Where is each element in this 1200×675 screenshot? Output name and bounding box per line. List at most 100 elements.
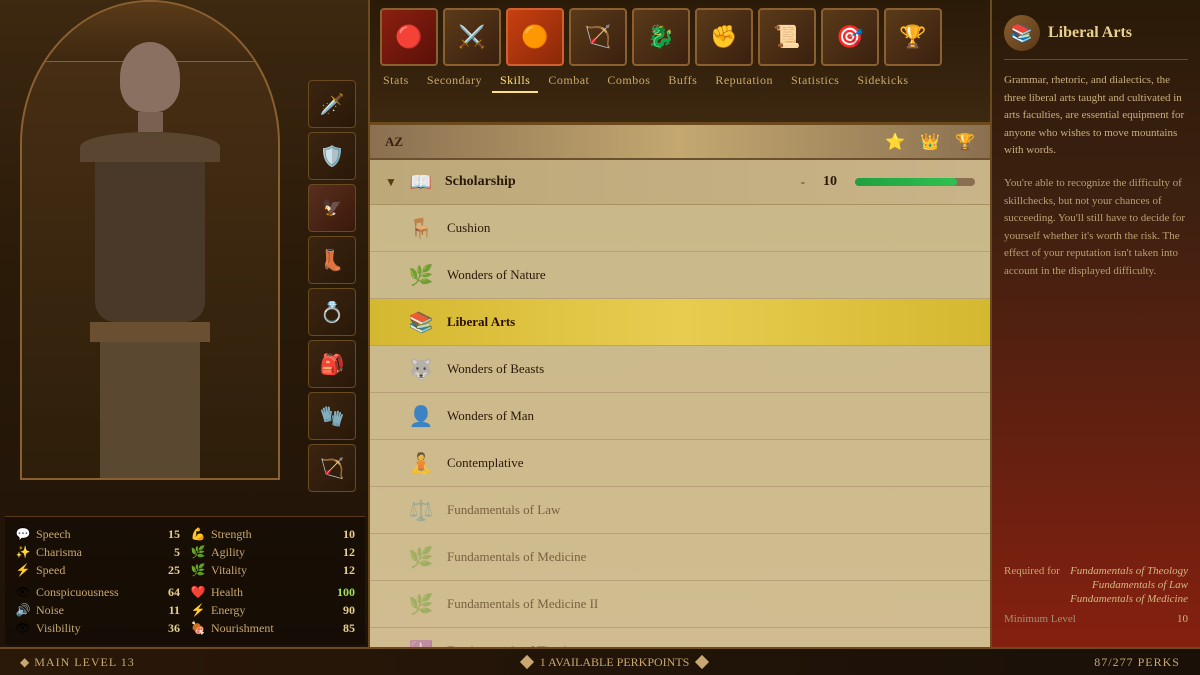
- skill-fundamentals-medicine[interactable]: 🌿 Fundamentals of Medicine: [370, 534, 990, 581]
- stat-name-agility: Agility: [211, 545, 320, 560]
- stat-name-health: Health: [211, 585, 320, 600]
- left-panel: 🗡️ 🛡️ 🦅 👢 💍 🎒 🧤 🏹 💬 Speech 15 ✨ Charisma…: [0, 0, 370, 675]
- wonders-beasts-icon: 🐺: [405, 353, 437, 385]
- tab-icon-secondary[interactable]: ⚔️: [443, 8, 501, 66]
- skill-wonders-of-nature[interactable]: 🌿 Wonders of Nature: [370, 252, 990, 299]
- fundamentals-law-icon: ⚖️: [405, 494, 437, 526]
- tab-icon-skills[interactable]: 🟠: [506, 8, 564, 66]
- stat-nourishment: 🍖 Nourishment 85: [190, 619, 355, 637]
- tab-sidekicks[interactable]: Sidekicks: [849, 70, 916, 93]
- required-item-2: Fundamentals of Medicine: [1070, 593, 1188, 605]
- tab-statistics[interactable]: Statistics: [783, 70, 847, 93]
- tab-icon-stats[interactable]: 🔴: [380, 8, 438, 66]
- tab-skills[interactable]: Skills: [492, 70, 538, 93]
- stat-value-strength: 10: [325, 527, 355, 542]
- stat-value-energy: 90: [325, 603, 355, 618]
- min-level-value: 10: [1177, 613, 1188, 625]
- skill-fundamentals-theology[interactable]: ✝️ Fundamentals of Theology: [370, 628, 990, 647]
- stat-health: ❤️ Health 100: [190, 583, 355, 601]
- filter-crown-icon[interactable]: 👑: [920, 132, 940, 152]
- character-frame: [20, 0, 280, 480]
- boots-slot[interactable]: 👢: [308, 236, 356, 284]
- ring-slot[interactable]: 💍: [308, 288, 356, 336]
- energy-icon: ⚡: [190, 602, 206, 618]
- stat-value-vitality: 12: [325, 563, 355, 578]
- nav-tabs: 🔴 ⚔️ 🟠 🏹 🐉 ✊ 📜 🎯 🏆 Stats Secondary Skill…: [370, 0, 990, 125]
- stat-value-agility: 12: [325, 545, 355, 560]
- right-panel-extra-description: You're able to recognize the difficulty …: [1004, 175, 1188, 281]
- health-icon: ❤️: [190, 584, 206, 600]
- stat-name-nourishment: Nourishment: [211, 621, 320, 636]
- skill-wonders-of-man[interactable]: 👤 Wonders of Man: [370, 393, 990, 440]
- stat-name-noise: Noise: [36, 603, 145, 618]
- right-panel: 📚 Liberal Arts Grammar, rhetoric, and di…: [990, 0, 1200, 675]
- tab-icon-statistics[interactable]: 🎯: [821, 8, 879, 66]
- tab-icon-combos[interactable]: 🐉: [632, 8, 690, 66]
- right-panel-description: Grammar, rhetoric, and dialectics, the t…: [1004, 72, 1188, 160]
- misc-slot[interactable]: 🧤: [308, 392, 356, 440]
- sort-az-button[interactable]: AZ: [385, 134, 403, 150]
- scholarship-expand-icon[interactable]: ▼: [385, 175, 397, 190]
- liberal-arts-icon: 📚: [405, 306, 437, 338]
- tab-combat[interactable]: Combat: [540, 70, 597, 93]
- stat-name-charisma: Charisma: [36, 545, 145, 560]
- tab-icon-sidekicks[interactable]: 🏆: [884, 8, 942, 66]
- armor-slot[interactable]: 🦅: [308, 184, 356, 232]
- stat-speech: 💬 Speech 15: [15, 525, 180, 543]
- filter-star-icon[interactable]: ⭐: [885, 132, 905, 152]
- main-level-display: ◆ MAIN LEVEL 13: [20, 655, 135, 670]
- skill-wonders-of-beasts[interactable]: 🐺 Wonders of Beasts: [370, 346, 990, 393]
- cushion-icon: 🪑: [405, 212, 437, 244]
- shield-icons-row: 🔴 ⚔️ 🟠 🏹 🐉 ✊ 📜 🎯 🏆: [370, 0, 990, 70]
- perk-points-display: 1 AVAILABLE PERKPOINTS: [522, 655, 708, 670]
- tab-labels: Stats Secondary Skills Combat Combos Buf…: [370, 70, 990, 93]
- tab-stats[interactable]: Stats: [375, 70, 417, 93]
- perk-diamond-icon: [520, 655, 534, 669]
- stat-value-conspicuousness: 64: [150, 585, 180, 600]
- tab-icon-reputation[interactable]: 📜: [758, 8, 816, 66]
- speed-icon: ⚡: [15, 562, 31, 578]
- stat-energy: ⚡ Energy 90: [190, 601, 355, 619]
- required-section: Required for Fundamentals of Theology Fu…: [1004, 565, 1188, 625]
- stat-name-vitality: Vitality: [211, 563, 320, 578]
- agility-icon: 🌿: [190, 544, 206, 560]
- skill-cushion[interactable]: 🪑 Cushion: [370, 205, 990, 252]
- conspicuousness-icon: 👁: [15, 584, 31, 600]
- skills-list[interactable]: ▼ 📖 Scholarship - 10 🪑 Cushion 🌿 Wonders…: [370, 160, 990, 647]
- contemplative-icon: 🧘: [405, 447, 437, 479]
- right-panel-title: Liberal Arts: [1048, 24, 1132, 42]
- skill-fundamentals-medicine-ii[interactable]: 🌿 Fundamentals of Medicine II: [370, 581, 990, 628]
- stat-name-speech: Speech: [36, 527, 145, 542]
- stat-value-visibility: 36: [150, 621, 180, 636]
- stat-charisma: ✨ Charisma 5: [15, 543, 180, 561]
- tab-combos[interactable]: Combos: [599, 70, 658, 93]
- tab-buffs[interactable]: Buffs: [660, 70, 705, 93]
- stat-name-strength: Strength: [211, 527, 320, 542]
- scholarship-header[interactable]: ▼ 📖 Scholarship - 10: [370, 160, 990, 205]
- filter-trophy-icon[interactable]: 🏆: [955, 132, 975, 152]
- tab-icon-buffs[interactable]: ✊: [695, 8, 753, 66]
- stat-vitality: 🌿 Vitality 12: [190, 561, 355, 579]
- ranged-slot[interactable]: 🏹: [308, 444, 356, 492]
- main-content: 🔴 ⚔️ 🟠 🏹 🐉 ✊ 📜 🎯 🏆 Stats Secondary Skill…: [370, 0, 990, 675]
- skill-liberal-arts[interactable]: 📚 Liberal Arts: [370, 299, 990, 346]
- nourishment-icon: 🍖: [190, 620, 206, 636]
- skill-name-wonders-beasts: Wonders of Beasts: [447, 361, 975, 377]
- scholarship-progress-bar: [855, 178, 975, 186]
- scholarship-level: 10: [815, 174, 845, 190]
- right-panel-header: 📚 Liberal Arts: [1004, 15, 1188, 60]
- tab-icon-combat[interactable]: 🏹: [569, 8, 627, 66]
- shield-slot[interactable]: 🛡️: [308, 132, 356, 180]
- weapon-slot[interactable]: 🗡️: [308, 80, 356, 128]
- tab-reputation[interactable]: Reputation: [707, 70, 781, 93]
- stat-strength: 💪 Strength 10: [190, 525, 355, 543]
- skill-fundamentals-law[interactable]: ⚖️ Fundamentals of Law: [370, 487, 990, 534]
- filter-icons: ⭐ 👑 🏆: [885, 132, 975, 152]
- skill-contemplative[interactable]: 🧘 Contemplative: [370, 440, 990, 487]
- wonders-nature-icon: 🌿: [405, 259, 437, 291]
- charisma-icon: ✨: [15, 544, 31, 560]
- visibility-icon: 👁: [15, 620, 31, 636]
- tab-secondary[interactable]: Secondary: [419, 70, 490, 93]
- vitality-icon: 🌿: [190, 562, 206, 578]
- bag-slot[interactable]: 🎒: [308, 340, 356, 388]
